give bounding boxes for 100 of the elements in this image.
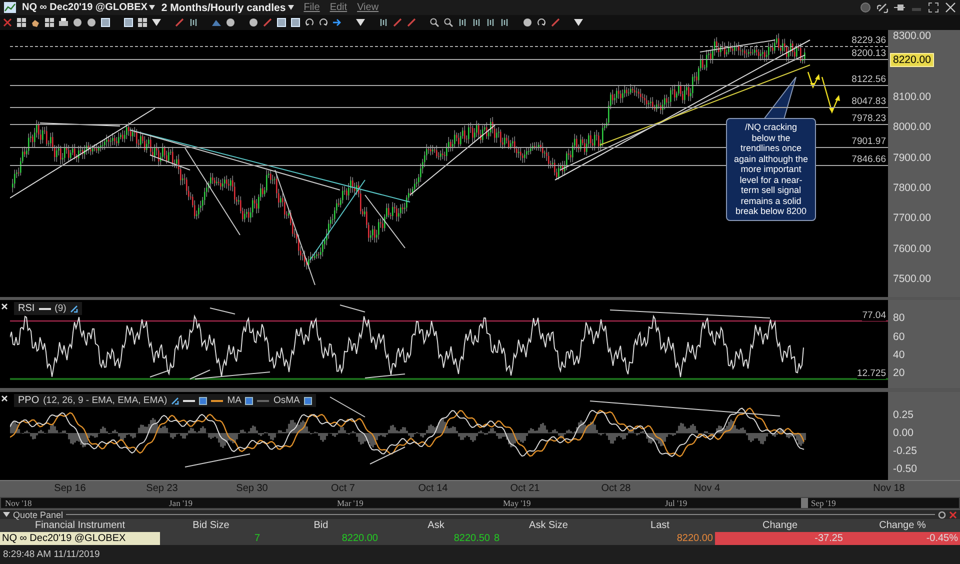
- printer-icon[interactable]: [59, 18, 68, 27]
- zoom-icon[interactable]: [444, 18, 453, 27]
- rsi-axis-label: 40: [893, 349, 905, 361]
- bars-icon[interactable]: [189, 18, 198, 27]
- ppo-axis-label: -0.25: [893, 445, 917, 457]
- redo-icon[interactable]: [319, 18, 328, 27]
- overview-scrollbar[interactable]: Nov '18 Jan '19 Mar '19 May '19 Jul '19 Sep '19: [0, 497, 960, 509]
- table-cell-text: 8220.00: [340, 532, 379, 545]
- line-style-icon: [38, 308, 51, 310]
- column-header[interactable]: Bid Size: [160, 519, 262, 532]
- ppo-axis-label: 0.25: [893, 409, 914, 421]
- zoom-icon[interactable]: [430, 18, 439, 27]
- table-cell-text: 8: [493, 532, 501, 545]
- circle-icon[interactable]: [523, 18, 532, 27]
- chart-icon[interactable]: [4, 2, 16, 13]
- pin-icon[interactable]: [894, 2, 905, 13]
- caret-icon[interactable]: [149, 5, 156, 10]
- rsi-axis-label: 60: [893, 331, 905, 343]
- series-checkbox[interactable]: [245, 396, 254, 404]
- column-header[interactable]: Ask: [380, 519, 492, 532]
- level-label: 8122.56: [850, 74, 888, 85]
- circle-icon[interactable]: [87, 18, 96, 27]
- level-label: 7901.97: [850, 136, 888, 147]
- dropdown-triangle-icon[interactable]: [152, 18, 161, 27]
- date-axis-label: Nov 4: [694, 483, 720, 494]
- redo-icon[interactable]: [537, 18, 546, 27]
- indicator-parameters: (12, 26, 9 - EMA, EMA, EMA): [43, 395, 168, 406]
- refresh-icon[interactable]: [938, 510, 946, 518]
- bars-icon[interactable]: [500, 18, 509, 27]
- bars-icon[interactable]: [472, 18, 481, 27]
- indicator-parameters: (9): [54, 303, 66, 314]
- pen-icon[interactable]: [263, 18, 272, 27]
- x-icon[interactable]: [3, 18, 12, 27]
- date-axis-label: Sep 16: [54, 483, 86, 494]
- bars-icon[interactable]: [458, 18, 467, 27]
- series-label: OsMA: [273, 395, 300, 406]
- circle-icon[interactable]: [226, 18, 235, 27]
- menu-item[interactable]: View: [357, 2, 379, 13]
- timeframe-selector[interactable]: 2 Months/Hourly candles: [161, 2, 286, 14]
- table-cell: -0.45%: [845, 532, 960, 545]
- arrow-icon[interactable]: [333, 18, 342, 27]
- line-style-icon: [257, 400, 270, 402]
- circle-icon[interactable]: [73, 18, 82, 27]
- panel-title: Quote Panel: [13, 510, 64, 520]
- date-axis-label: Sep 23: [146, 483, 178, 494]
- column-header[interactable]: Change: [715, 519, 845, 532]
- ppo-axis-label: -0.50: [893, 463, 917, 475]
- grid-icon[interactable]: [138, 18, 147, 27]
- circle-icon[interactable]: [249, 18, 258, 27]
- line-style-icon: [183, 400, 196, 402]
- series-checkbox[interactable]: [199, 396, 208, 404]
- ppo-axis-label: 0.00: [893, 427, 914, 439]
- column-header[interactable]: Financial Instrument: [0, 519, 160, 532]
- series-checkbox[interactable]: [304, 396, 312, 404]
- price-axis-label: 7500.00: [893, 273, 931, 286]
- price-axis-label: 8300.00: [893, 30, 931, 42]
- price-axis-label: 8100.00: [893, 90, 931, 103]
- rsi-axis-label: 80: [893, 312, 905, 324]
- menu-item[interactable]: File: [304, 2, 320, 13]
- level-label: 12.725: [856, 368, 886, 379]
- column-header[interactable]: Bid: [262, 519, 380, 532]
- grid-icon[interactable]: [17, 18, 26, 27]
- column-header[interactable]: Change %: [845, 519, 960, 532]
- trendline: [150, 370, 170, 378]
- grid-icon[interactable]: [45, 18, 54, 27]
- pen-icon[interactable]: [175, 18, 184, 27]
- annotation-callout: /NQ cracking below the trendlines once again although the more important level for a near-term sell signal remains a solid break below 8200: [726, 118, 816, 220]
- date-axis-label: Oct 7: [331, 483, 355, 494]
- trendline: [184, 454, 250, 468]
- overview-date-label: Sep '19: [811, 498, 836, 508]
- indicator-name: PPO: [18, 395, 40, 406]
- bars-icon[interactable]: [486, 18, 495, 27]
- table-cell: NQ ∞ Dec20'19 @GLOBEX: [0, 532, 160, 545]
- symbol-selector[interactable]: NQ ∞ Dec20'19 @GLOBEX: [22, 2, 148, 13]
- price-axis-label: 7600.00: [893, 242, 931, 255]
- price-axis-label: 7900.00: [893, 152, 931, 164]
- level-label: 77.04: [862, 310, 886, 321]
- menu-item[interactable]: Edit: [330, 2, 348, 13]
- caret-icon[interactable]: [288, 5, 294, 10]
- trendline: [370, 446, 406, 464]
- pen-icon[interactable]: [551, 18, 560, 27]
- trendline: [210, 308, 236, 314]
- date-axis-label: Sep 30: [236, 483, 268, 494]
- scroll-thumb[interactable]: [801, 498, 808, 508]
- level-label: 8047.83: [850, 96, 888, 107]
- dropdown-triangle-icon[interactable]: [574, 18, 583, 27]
- column-header[interactable]: Last: [605, 519, 715, 532]
- close-icon[interactable]: [945, 2, 956, 13]
- maximize-icon[interactable]: [928, 2, 939, 13]
- line-style-icon: [211, 400, 224, 402]
- overview-date-label: Nov '18: [5, 498, 32, 508]
- price-axis-label: 7700.00: [893, 212, 931, 224]
- dropdown-triangle-icon[interactable]: [356, 18, 365, 27]
- indicator-name: RSI: [18, 303, 35, 314]
- date-axis-label: Nov 18: [873, 483, 905, 494]
- undo-icon[interactable]: [305, 18, 314, 27]
- column-header[interactable]: Ask Size: [492, 519, 605, 532]
- price-axis-label: 7800.00: [893, 182, 931, 194]
- bars-icon[interactable]: [379, 18, 388, 27]
- table-cell-text: 8220.50: [452, 532, 491, 545]
